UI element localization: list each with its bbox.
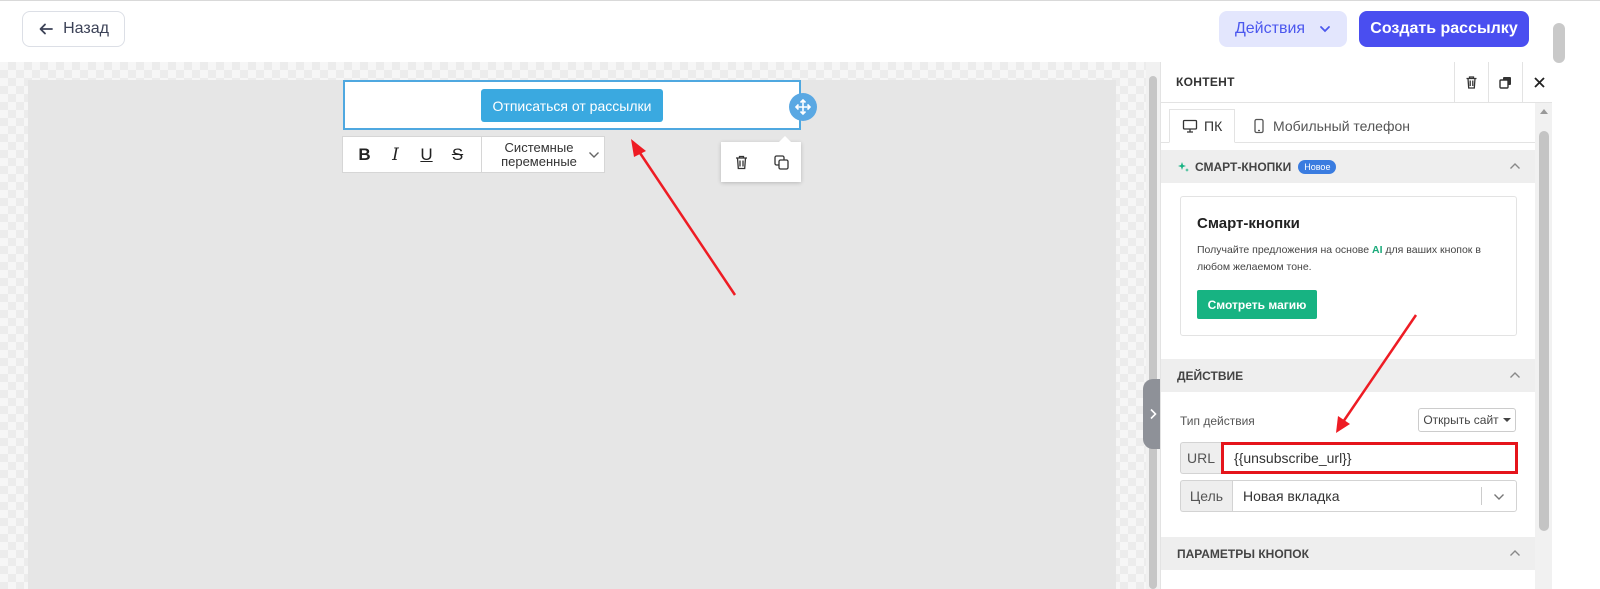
desc-part-1: Получайте предложения на основе bbox=[1197, 244, 1373, 256]
scroll-up-arrow-icon[interactable] bbox=[1540, 109, 1548, 114]
target-select-value: Новая вкладка bbox=[1243, 488, 1340, 504]
action-section-header[interactable]: ДЕЙСТВИЕ bbox=[1161, 359, 1535, 392]
chevron-down-icon bbox=[1320, 26, 1330, 33]
unsubscribe-button[interactable]: Отписаться от рассылки bbox=[481, 89, 663, 122]
close-icon bbox=[1534, 77, 1545, 88]
button-params-section-header[interactable]: ПАРАМЕТРЫ КНОПОК bbox=[1161, 537, 1535, 570]
target-select[interactable]: Новая вкладка bbox=[1232, 480, 1517, 512]
bold-label: B bbox=[358, 144, 371, 164]
device-tabs: ПК Мобильный телефон bbox=[1161, 103, 1535, 143]
select-divider bbox=[1481, 487, 1482, 505]
system-variables-label: Системные переменные bbox=[501, 139, 577, 169]
chevron-up-icon bbox=[1510, 163, 1520, 169]
chevron-down-icon bbox=[1494, 494, 1504, 500]
smart-buttons-section-header[interactable]: СМАРТ-КНОПКИ Новое bbox=[1161, 150, 1535, 183]
back-button[interactable]: Назад bbox=[22, 11, 125, 47]
bold-button[interactable]: B bbox=[349, 137, 380, 172]
tab-desktop-label: ПК bbox=[1204, 118, 1223, 134]
url-input[interactable]: {{unsubscribe_url}} bbox=[1221, 442, 1518, 474]
tab-desktop[interactable]: ПК bbox=[1169, 109, 1236, 143]
delete-block-button[interactable] bbox=[1454, 62, 1488, 103]
smart-buttons-description: Получайте предложения на основе AI для в… bbox=[1197, 242, 1507, 276]
caret-down-icon bbox=[1502, 418, 1511, 422]
block-actions-popover bbox=[721, 136, 801, 182]
italic-button[interactable]: I bbox=[380, 137, 411, 172]
move-handle[interactable] bbox=[789, 93, 817, 121]
unsubscribe-button-label: Отписаться от рассылки bbox=[492, 97, 652, 114]
panel-scrollbar[interactable] bbox=[1535, 103, 1552, 589]
chevron-up-icon bbox=[1510, 372, 1520, 378]
system-variables-dropdown[interactable]: Системные переменные bbox=[482, 137, 600, 172]
move-icon bbox=[794, 98, 812, 116]
close-panel-button[interactable] bbox=[1522, 62, 1552, 103]
see-magic-button[interactable]: Смотреть магию bbox=[1197, 290, 1317, 319]
text-format-toolbar: B I U S Системные переменные bbox=[342, 136, 605, 173]
create-campaign-button[interactable]: Создать рассылку bbox=[1359, 11, 1529, 47]
actions-button-label: Действия bbox=[1234, 20, 1306, 37]
monitor-icon bbox=[1182, 119, 1198, 133]
smart-buttons-section-title: СМАРТ-КНОПКИ bbox=[1195, 159, 1292, 174]
url-input-group: URL {{unsubscribe_url}} bbox=[1180, 442, 1518, 474]
trash-icon[interactable] bbox=[733, 154, 750, 171]
chevron-right-icon bbox=[1150, 408, 1157, 420]
action-type-value: Открыть сайт bbox=[1423, 413, 1499, 427]
canvas-scrollbar-thumb[interactable] bbox=[1149, 76, 1157, 589]
duplicate-icon bbox=[1499, 77, 1511, 89]
content-settings-panel: КОНТЕНТ ПК Мобильный телефон СМАРТ-КНОПК… bbox=[1160, 62, 1552, 589]
target-input-group: Цель Новая вкладка bbox=[1180, 480, 1517, 512]
page-scrollbar[interactable] bbox=[1553, 23, 1565, 63]
ai-highlight: AI bbox=[1372, 244, 1383, 256]
actions-dropdown-button[interactable]: Действия bbox=[1219, 11, 1347, 47]
strikethrough-button[interactable]: S bbox=[442, 137, 473, 172]
action-section-title: ДЕЙСТВИЕ bbox=[1177, 368, 1244, 383]
panel-header: КОНТЕНТ bbox=[1161, 62, 1552, 103]
action-type-label: Тип действия bbox=[1180, 414, 1255, 428]
target-label: Цель bbox=[1180, 480, 1232, 512]
underline-button[interactable]: U bbox=[411, 137, 442, 172]
panel-scrollbar-thumb[interactable] bbox=[1539, 131, 1549, 531]
chevron-up-icon bbox=[1510, 550, 1520, 556]
panel-title: КОНТЕНТ bbox=[1176, 75, 1235, 89]
smart-buttons-card-title: Смарт-кнопки bbox=[1197, 215, 1300, 232]
italic-label: I bbox=[392, 144, 399, 165]
tab-mobile[interactable]: Мобильный телефон bbox=[1239, 109, 1422, 143]
action-type-dropdown[interactable]: Открыть сайт bbox=[1418, 408, 1516, 432]
duplicate-block-button[interactable] bbox=[1488, 62, 1522, 103]
sparkle-icon bbox=[1178, 161, 1189, 172]
arrow-left-icon bbox=[39, 23, 53, 35]
strikethrough-label: S bbox=[451, 144, 464, 164]
underline-label: U bbox=[420, 144, 433, 164]
trash-icon bbox=[1466, 76, 1477, 89]
tab-mobile-label: Мобильный телефон bbox=[1273, 118, 1410, 134]
button-params-section-title: ПАРАМЕТРЫ КНОПОК bbox=[1177, 546, 1309, 561]
duplicate-icon[interactable] bbox=[773, 154, 790, 171]
chevron-down-icon bbox=[589, 151, 599, 158]
url-label: URL bbox=[1180, 442, 1221, 474]
smart-buttons-card: Смарт-кнопки Получайте предложения на ос… bbox=[1180, 196, 1517, 336]
back-button-label: Назад bbox=[63, 20, 109, 37]
see-magic-label: Смотреть магию bbox=[1207, 297, 1307, 312]
phone-icon bbox=[1254, 118, 1264, 134]
new-badge: Новое bbox=[1298, 159, 1337, 174]
canvas-scrollbar[interactable] bbox=[1146, 62, 1160, 589]
create-button-label: Создать рассылку bbox=[1370, 20, 1518, 37]
top-bar: Назад Действия Создать рассылку bbox=[0, 0, 1600, 63]
